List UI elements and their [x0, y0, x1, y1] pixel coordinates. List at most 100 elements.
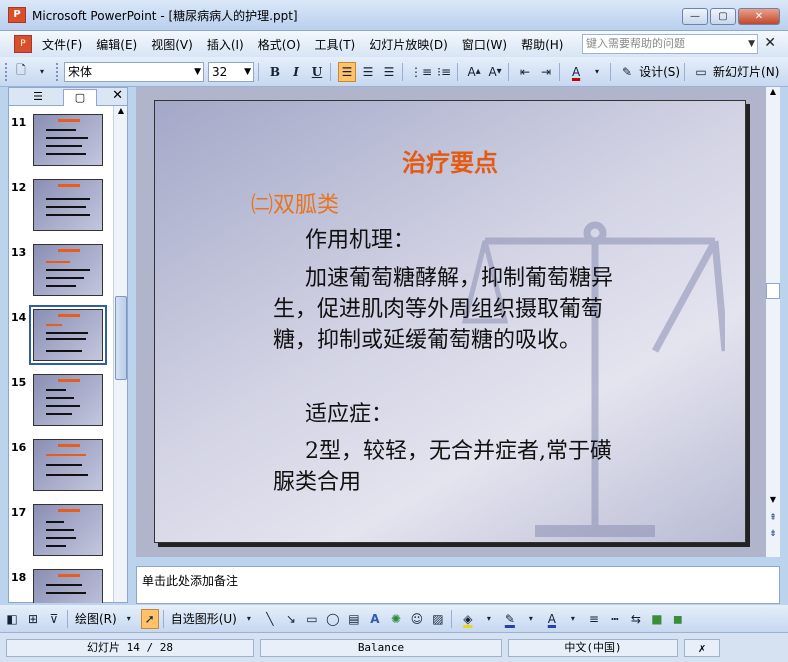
align-center-icon[interactable]: ☰	[359, 62, 377, 82]
slides-pane-scrollbar[interactable]: ▲	[113, 106, 127, 602]
increase-indent-icon[interactable]: ⇥	[537, 62, 555, 82]
document-close-button[interactable]: ✕	[764, 35, 776, 51]
slide-canvas[interactable]: 治疗要点 ㈡双胍类 作用机理： 加速葡萄糖酵解，抑制葡萄糖异 生，促进肌肉等外周…	[154, 100, 746, 543]
tab-outline[interactable]: ☰	[21, 89, 55, 106]
notes-pane[interactable]: 单击此处添加备注	[136, 566, 780, 604]
dash-style-icon[interactable]: ┅	[606, 609, 624, 629]
arrow-style-icon[interactable]: ⇆	[627, 609, 645, 629]
chevron-down-icon[interactable]: ▾	[33, 62, 51, 82]
textbox-icon[interactable]: ▤	[345, 609, 363, 629]
slide-thumbnail[interactable]	[33, 504, 103, 556]
toolbar-grip[interactable]	[56, 62, 60, 81]
picture-icon[interactable]: ▨	[429, 609, 447, 629]
slide-thumbnail-row[interactable]: 12	[9, 179, 115, 237]
slide-thumbnail-row[interactable]: 11	[9, 114, 115, 172]
scroll-up-icon[interactable]: ▲	[766, 87, 780, 101]
next-slide-icon[interactable]: ⇟	[766, 529, 780, 543]
chevron-down-icon[interactable]: ▾	[564, 609, 582, 629]
wordart-icon[interactable]: A	[366, 609, 384, 629]
align-left-icon[interactable]: ☰	[338, 61, 356, 82]
pane-close-button[interactable]: ✕	[112, 88, 123, 103]
slide-body-line[interactable]: 2型，较轻，无合并症者,常于磺	[305, 436, 612, 467]
normal-view-icon[interactable]: ◧	[3, 609, 21, 629]
slide-thumbnail-row[interactable]: 16	[9, 439, 115, 497]
align-right-icon[interactable]: ☰	[380, 62, 398, 82]
line-style-icon[interactable]: ≡	[585, 609, 603, 629]
select-objects-icon[interactable]: ➚	[140, 608, 159, 629]
font-color-icon[interactable]: A	[567, 62, 585, 82]
slide-body-line[interactable]: 生，促进肌肉等外周组织摄取葡萄	[273, 294, 603, 325]
slide-body-line[interactable]: 作用机理：	[305, 225, 415, 256]
menu-help[interactable]: 帮助(H)	[521, 36, 563, 53]
menu-insert[interactable]: 插入(I)	[207, 36, 244, 53]
slide-body-line[interactable]: 加速葡萄糖酵解，抑制葡萄糖异	[305, 263, 613, 294]
slide-body-line[interactable]: 糖，抑制或延缓葡萄糖的吸收。	[273, 325, 581, 356]
diagram-icon[interactable]: ✺	[387, 609, 405, 629]
slide-thumbnail[interactable]	[33, 439, 103, 491]
close-button[interactable]: ✕	[738, 8, 780, 25]
chevron-down-icon[interactable]: ▾	[120, 609, 138, 629]
slide-body-line[interactable]: 脲类合用	[273, 467, 361, 498]
fill-color-icon[interactable]: ◈	[459, 609, 477, 629]
slide-body-line[interactable]: 适应症：	[305, 399, 393, 430]
slide-thumbnail-row[interactable]: 14	[9, 305, 115, 367]
decrease-font-icon[interactable]: A ▾	[486, 62, 504, 82]
menu-window[interactable]: 窗口(W)	[462, 36, 507, 53]
chevron-down-icon[interactable]: ▼	[748, 35, 755, 53]
powerpoint-app-icon[interactable]: P	[8, 7, 26, 23]
chevron-down-icon[interactable]: ▼	[244, 63, 251, 81]
draw-menu-button[interactable]: 绘图(R)	[75, 610, 117, 627]
previous-slide-icon[interactable]: ⇞	[766, 513, 780, 527]
document-icon[interactable]: P	[14, 35, 32, 53]
line-color-icon[interactable]: ✎	[501, 609, 519, 629]
slide-thumbnail[interactable]	[33, 179, 103, 231]
new-document-icon[interactable]: 🗋	[12, 62, 30, 82]
increase-font-icon[interactable]: A ▴	[465, 62, 483, 82]
design-button[interactable]: 设计(S)	[639, 63, 680, 80]
chevron-down-icon[interactable]: ▾	[522, 609, 540, 629]
scrollbar-thumb[interactable]	[766, 283, 780, 299]
chevron-down-icon[interactable]: ▾	[480, 609, 498, 629]
slide-thumbnail-row[interactable]: 15	[9, 374, 115, 432]
slide-thumbnail[interactable]	[33, 114, 103, 166]
shadow-style-icon[interactable]: ■	[648, 609, 666, 629]
tab-slides[interactable]: ▢	[63, 89, 97, 106]
scrollbar-thumb[interactable]	[115, 296, 127, 380]
italic-button[interactable]: I	[287, 62, 305, 82]
clipart-icon[interactable]: ☺	[408, 609, 426, 629]
oval-icon[interactable]: ◯	[324, 609, 342, 629]
slide-scrollbar[interactable]: ▲ ▼ ⇞ ⇟	[766, 87, 780, 557]
menu-view[interactable]: 视图(V)	[151, 36, 193, 53]
slide-sorter-view-icon[interactable]: ⊞	[24, 609, 42, 629]
slide-thumbnail[interactable]	[33, 374, 103, 426]
maximize-button[interactable]: ▢	[710, 8, 736, 25]
3d-style-icon[interactable]: ◼	[669, 609, 687, 629]
font-color-icon[interactable]: A	[543, 609, 561, 629]
slide-thumbnail-row[interactable]: 13	[9, 244, 115, 302]
decrease-indent-icon[interactable]: ⇤	[516, 62, 534, 82]
menu-format[interactable]: 格式(O)	[258, 36, 301, 53]
scroll-up-icon[interactable]: ▲	[114, 106, 128, 120]
slideshow-view-icon[interactable]: ⊽	[45, 609, 63, 629]
menu-slideshow[interactable]: 幻灯片放映(D)	[369, 36, 448, 53]
rectangle-icon[interactable]: ▭	[303, 609, 321, 629]
slide-thumbnail[interactable]	[33, 244, 103, 296]
help-search-input[interactable]: 键入需要帮助的问题 ▼	[582, 34, 758, 54]
chevron-down-icon[interactable]: ▾	[588, 62, 606, 82]
design-icon[interactable]: ✎	[618, 62, 636, 82]
slide-thumbnail-row[interactable]: 18	[9, 569, 115, 603]
autoshapes-button[interactable]: 自选图形(U)	[171, 610, 237, 627]
menu-file[interactable]: 文件(F)	[42, 36, 82, 53]
line-icon[interactable]: ╲	[261, 609, 279, 629]
toolbar-grip[interactable]	[5, 62, 9, 81]
slide-subtitle[interactable]: ㈡双胍类	[251, 187, 339, 219]
bullets-icon[interactable]: ⁝≡	[435, 62, 453, 82]
bold-button[interactable]: B	[266, 62, 284, 82]
slide-thumbnail[interactable]	[33, 569, 103, 603]
menu-tools[interactable]: 工具(T)	[315, 36, 356, 53]
font-name-select[interactable]: 宋体 ▼	[64, 61, 204, 82]
underline-button[interactable]: U	[308, 62, 326, 82]
scroll-down-icon[interactable]: ▼	[766, 495, 780, 509]
numbering-icon[interactable]: ⋮≡	[410, 62, 432, 82]
new-slide-button[interactable]: 新幻灯片(N)	[713, 63, 779, 80]
